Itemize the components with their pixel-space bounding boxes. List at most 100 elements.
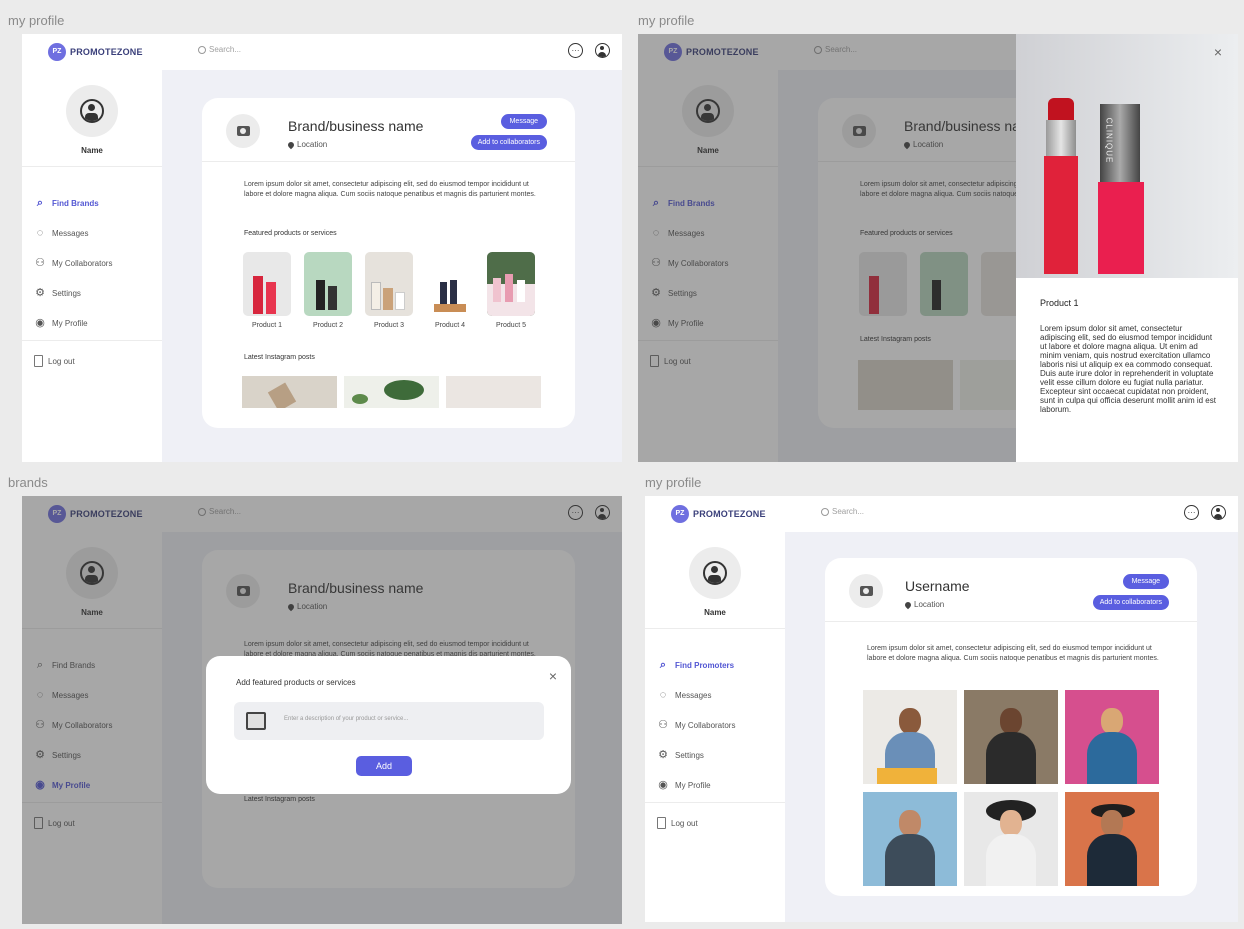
divider [22, 340, 162, 341]
promoter-photo[interactable] [863, 792, 957, 886]
profile-name: Name [704, 608, 726, 617]
sidebar-item-my-profile[interactable]: ◉ My Profile [657, 770, 735, 800]
add-collaborator-button[interactable]: Add to collaborators [470, 135, 547, 150]
product-label: Product 4 [435, 322, 465, 329]
logo-text: PROMOTEZONE [70, 47, 143, 57]
user-circle-icon: ◉ [658, 779, 668, 791]
nav-label: My Collaborators [52, 258, 113, 268]
location-text: Location [914, 600, 945, 609]
instagram-post[interactable] [446, 376, 541, 408]
camera-icon[interactable] [849, 574, 883, 608]
product-card[interactable]: Product 2 [303, 252, 353, 329]
modal-title: Add featured products or services [236, 678, 356, 687]
username: Username [905, 578, 970, 594]
top-bar: PZ PROMOTEZONE Search... ··· [22, 34, 622, 70]
promoter-photo[interactable] [863, 690, 957, 784]
sidebar-item-find-promoters[interactable]: ⌕ Find Promoters [657, 650, 735, 680]
people-icon: ⚇ [658, 719, 668, 731]
add-collaborator-button[interactable]: Add to collaborators [1092, 595, 1169, 610]
nav-label: My Profile [52, 318, 88, 328]
close-icon[interactable]: × [549, 668, 557, 684]
search-input[interactable]: Search... [821, 507, 864, 516]
search-input[interactable]: Search... [198, 45, 241, 54]
messages-icon[interactable]: ··· [1184, 505, 1199, 520]
product-card[interactable]: Product 3 [364, 252, 414, 329]
user-icon [80, 99, 104, 123]
brand-name: Brand/business name [288, 118, 424, 134]
frame-label: brands [8, 475, 48, 490]
chat-icon: ◌ [659, 689, 667, 701]
bottle-label: CLINIQUE [1104, 117, 1114, 164]
product-title: Product 1 [1040, 298, 1079, 308]
logo[interactable]: PZ PROMOTEZONE [48, 43, 143, 61]
product-detail-panel: CLINIQUE × Product 1 Lorem ipsum dolor s… [1016, 34, 1238, 462]
gear-icon: ⚙ [658, 749, 668, 761]
search-placeholder: Search... [832, 507, 865, 516]
logo[interactable]: PZ PROMOTEZONE [671, 505, 766, 523]
messages-icon[interactable]: ··· [568, 43, 583, 58]
logo-text: PROMOTEZONE [693, 509, 766, 519]
sidebar-item-collaborators[interactable]: ⚇ My Collaborators [34, 248, 112, 278]
account-icon[interactable] [595, 43, 610, 58]
location-pin-icon [903, 600, 913, 609]
frame-label: my profile [645, 475, 702, 490]
instagram-post[interactable] [242, 376, 337, 408]
message-button[interactable]: Message [1122, 574, 1169, 589]
promoter-photo[interactable] [964, 690, 1058, 784]
product-label: Product 2 [313, 322, 343, 329]
location: Location [903, 600, 945, 609]
product-card[interactable]: Product 1 [242, 252, 292, 329]
avatar[interactable] [66, 85, 118, 137]
location-text: Location [297, 140, 328, 149]
sidebar-item-collaborators[interactable]: ⚇ My Collaborators [657, 710, 735, 740]
avatar[interactable] [689, 547, 741, 599]
logout-button[interactable]: Log out [34, 355, 75, 367]
product-card[interactable]: Product 4 [425, 252, 475, 329]
promoter-photo[interactable] [1065, 792, 1159, 886]
sidebar: Name ⌕ Find Brands ◌ Messages ⚇ My Collabor… [22, 70, 162, 462]
search-brand-icon: ⌕ [36, 197, 44, 209]
sidebar-item-settings[interactable]: ⚙ Settings [34, 278, 112, 308]
message-button[interactable]: Message [500, 114, 547, 129]
search-placeholder: Search... [209, 45, 242, 54]
product-card[interactable]: Product 5 [486, 252, 536, 329]
close-icon[interactable]: × [1214, 44, 1222, 60]
instagram-post[interactable] [344, 376, 439, 408]
promoter-photo[interactable] [964, 792, 1058, 886]
people-icon: ⚇ [35, 257, 45, 269]
logout-button[interactable]: Log out [657, 817, 698, 829]
logo-icon: PZ [48, 43, 66, 61]
camera-icon[interactable] [226, 114, 260, 148]
add-button[interactable]: Add [356, 756, 412, 776]
sidebar-item-settings[interactable]: ⚙ Settings [657, 740, 735, 770]
frame-label: my profile [638, 13, 695, 28]
sidebar-item-find-brands[interactable]: ⌕ Find Brands [34, 188, 112, 218]
nav-label: Messages [52, 228, 89, 238]
sidebar-item-messages[interactable]: ◌ Messages [34, 218, 112, 248]
sidebar-item-messages[interactable]: ◌ Messages [657, 680, 735, 710]
instagram-title: Latest Instagram posts [244, 354, 315, 361]
logout-label: Log out [671, 818, 698, 828]
product-description-input[interactable]: Enter a description of your product or s… [234, 702, 544, 740]
promoter-card: Username Location Message Add to collabo… [825, 558, 1197, 896]
frame-promoter-profile: PZ PROMOTEZONE Search... ··· Name ⌕ Find … [645, 496, 1238, 922]
divider [22, 166, 162, 167]
profile-card: Brand/business name Location Message Add… [202, 98, 575, 428]
logout-label: Log out [48, 356, 75, 366]
sidebar-item-my-profile[interactable]: ◉ My Profile [34, 308, 112, 338]
promoter-photo[interactable] [1065, 690, 1159, 784]
frame-brand-profile: PZ PROMOTEZONE Search... ··· Name ⌕ Find … [22, 34, 622, 462]
chat-icon: ◌ [36, 227, 44, 239]
add-product-modal: Add featured products or services × Ente… [206, 656, 571, 794]
gear-icon: ⚙ [35, 287, 45, 299]
search-icon [821, 507, 829, 516]
logout-icon [657, 817, 666, 829]
user-icon [703, 561, 727, 585]
product-label: Product 1 [252, 322, 282, 329]
account-icon[interactable] [1211, 505, 1226, 520]
nav-label: My Collaborators [675, 720, 736, 730]
product-image: CLINIQUE [1016, 34, 1238, 278]
image-upload-icon[interactable] [246, 712, 266, 730]
nav-label: Messages [675, 690, 712, 700]
frame-product-detail: PZ PROMOTEZONE Search... Name ⌕ Find Bran… [638, 34, 1238, 462]
